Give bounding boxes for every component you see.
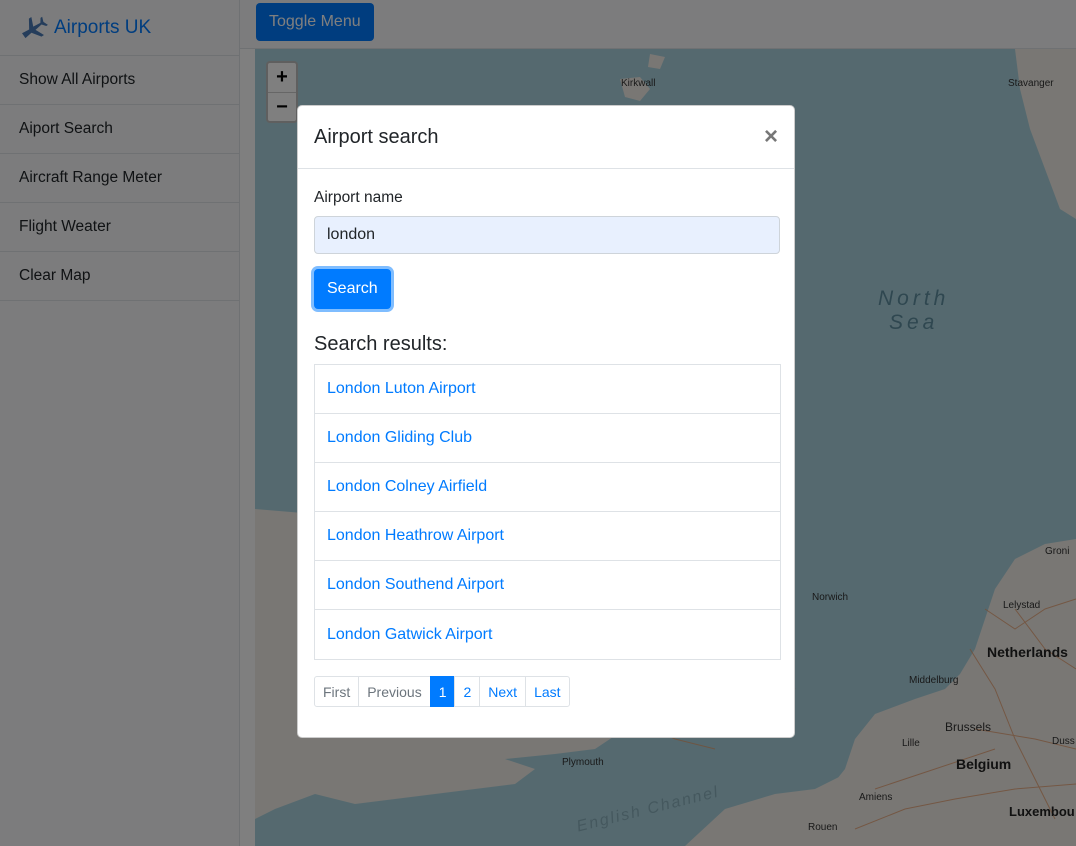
results-list: London Luton Airport London Gliding Club… [314,364,781,660]
modal-title: Airport search [314,125,439,148]
modal-header: Airport search × [298,106,794,169]
search-button[interactable]: Search [314,269,391,309]
page-next[interactable]: Next [479,676,527,707]
pagination: First Previous 1 2 Next Last [314,676,778,707]
result-item[interactable]: London Heathrow Airport [315,512,780,561]
page-last[interactable]: Last [525,676,570,707]
results-title: Search results: [314,333,448,355]
result-item[interactable]: London Gliding Club [315,414,780,463]
result-item[interactable]: London Gatwick Airport [315,610,780,659]
result-item[interactable]: London Southend Airport [315,561,780,610]
page-previous[interactable]: Previous [358,676,431,707]
modal-body: Airport name Search Search results: Lond… [298,169,794,723]
airport-search-modal: Airport search × Airport name Search Sea… [297,105,795,738]
airport-name-input[interactable] [314,216,780,254]
page-first[interactable]: First [314,676,360,707]
close-icon[interactable]: × [764,125,778,149]
page-1[interactable]: 1 [429,676,456,707]
result-item[interactable]: London Luton Airport [315,365,780,414]
result-item[interactable]: London Colney Airfield [315,463,780,512]
page-2[interactable]: 2 [454,676,481,707]
airport-name-label: Airport name [314,189,403,206]
